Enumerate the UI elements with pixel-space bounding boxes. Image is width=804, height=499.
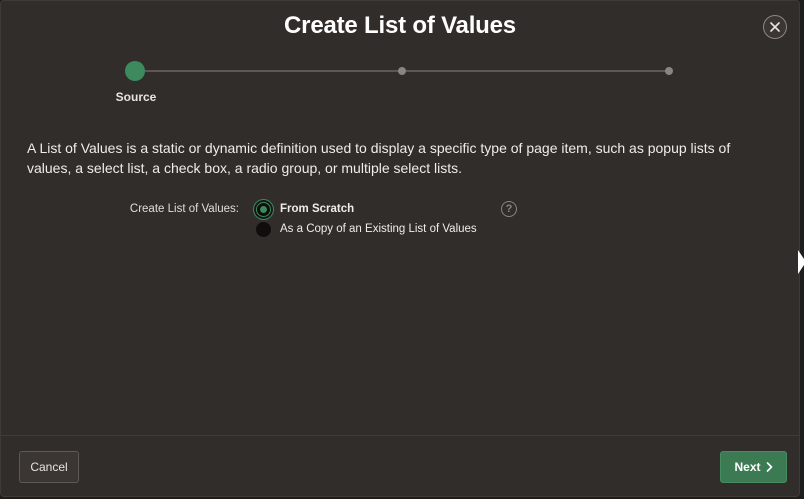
help-glyph: ? — [505, 203, 513, 215]
wizard-step-source-label: Source — [115, 90, 157, 104]
copy-existing-label[interactable]: As a Copy of an Existing List of Values — [280, 223, 477, 235]
wizard-progress: Source — [1, 1, 799, 111]
next-button-label: Next — [734, 460, 761, 474]
wizard-step-2-marker — [398, 67, 406, 75]
help-icon[interactable]: ? — [501, 201, 517, 217]
wizard-connector — [406, 70, 666, 72]
cancel-button-label: Cancel — [30, 460, 68, 474]
create-lov-dialog: Create List of Values Source A List of V… — [0, 0, 800, 497]
copy-existing-radio[interactable] — [256, 222, 271, 237]
next-button[interactable]: Next — [720, 451, 787, 483]
chevron-right-icon — [766, 462, 772, 472]
mouse-cursor — [798, 250, 804, 274]
create-lov-field-label: Create List of Values: — [129, 203, 239, 215]
from-scratch-radio[interactable] — [256, 202, 271, 217]
wizard-step-source-marker — [125, 61, 145, 81]
cancel-button[interactable]: Cancel — [19, 451, 79, 483]
wizard-step-3-marker — [665, 67, 673, 75]
wizard-connector — [145, 70, 399, 72]
dialog-description: A List of Values is a static or dynamic … — [27, 140, 731, 176]
from-scratch-label[interactable]: From Scratch — [280, 203, 354, 215]
footer-divider — [1, 435, 799, 436]
